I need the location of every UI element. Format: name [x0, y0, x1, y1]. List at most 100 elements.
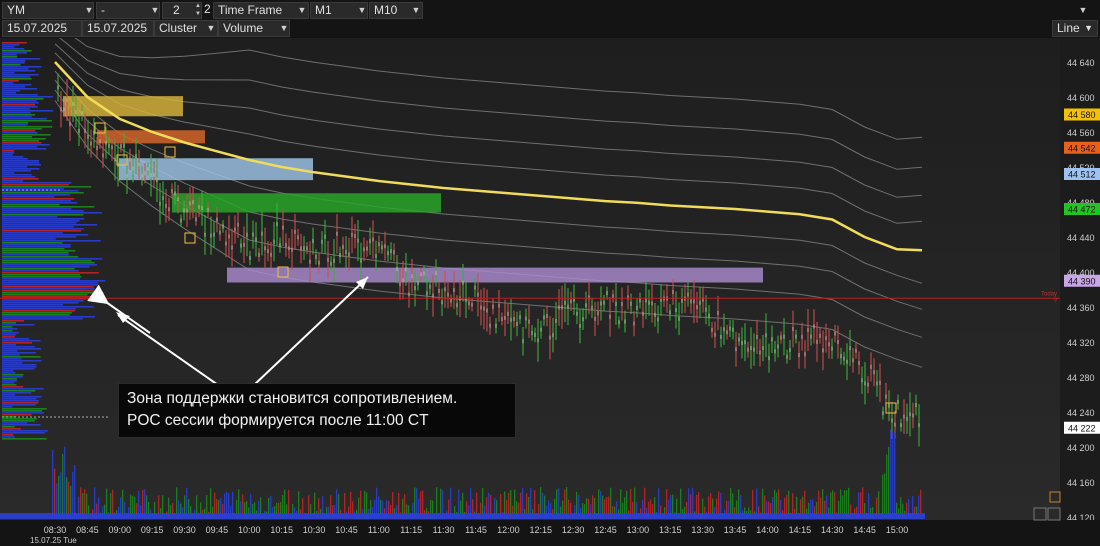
profile-bar	[2, 432, 45, 434]
price-chart[interactable]: Today?44 64044 60044 56044 52044 48044 4…	[0, 23, 1100, 546]
cluster-cell	[276, 222, 278, 227]
chevron-down-icon[interactable]: ▼	[357, 2, 367, 19]
profile-bar	[2, 164, 42, 166]
profile-bar	[2, 438, 47, 440]
cluster-cell	[105, 140, 107, 145]
cluster-cell	[579, 324, 581, 329]
chevron-down-icon[interactable]: ▼	[150, 2, 160, 19]
chevron-down-icon[interactable]: ▼	[206, 20, 216, 37]
cluster-cell	[654, 312, 656, 317]
cluster-cell	[597, 311, 599, 316]
cluster-cell	[183, 208, 185, 213]
cluster-cell	[102, 153, 104, 158]
chevron-down-icon[interactable]: ▼	[279, 20, 289, 37]
profile-bar	[2, 322, 17, 324]
cluster-cell	[525, 316, 527, 321]
cluster-cell	[297, 235, 299, 240]
profile-bar	[2, 190, 79, 192]
cluster-cell	[348, 252, 350, 257]
cluster-cell	[537, 338, 539, 343]
cluster-cell	[648, 300, 650, 305]
cluster-cell	[201, 205, 203, 210]
date-to-input[interactable]: 15.07.2025	[82, 20, 154, 37]
chevron-down-icon[interactable]: ▼	[297, 2, 307, 19]
profile-bar	[2, 270, 79, 272]
cluster-cell	[807, 328, 809, 333]
cluster-cell	[216, 217, 218, 222]
profile-bar	[2, 224, 98, 226]
cluster-cell	[825, 336, 827, 341]
cluster-cell	[393, 250, 395, 255]
profile-bar	[2, 156, 24, 158]
cluster-cell	[444, 287, 446, 292]
x-tick-label: 11:00	[368, 525, 390, 535]
timeframe-select[interactable]: Time Frame	[213, 2, 309, 19]
cluster-cell	[915, 403, 917, 408]
cluster-cell	[744, 340, 746, 345]
profile-bar	[2, 292, 104, 294]
cluster-cell	[849, 346, 851, 351]
cluster-cell	[303, 245, 305, 250]
cluster-cell	[699, 300, 701, 305]
cluster-cell	[177, 197, 179, 202]
date-from-input[interactable]: 15.07.2025	[2, 20, 82, 37]
cluster-cell	[558, 305, 560, 310]
cluster-cell	[483, 306, 485, 311]
cluster-cell	[630, 301, 632, 306]
chart-area[interactable]: Today?44 64044 60044 56044 52044 48044 4…	[0, 23, 1100, 546]
cluster-cell	[843, 356, 845, 361]
cluster-cell	[873, 370, 875, 375]
x-tick-label: 14:45	[853, 525, 876, 535]
stepper-icon[interactable]: ▲ ▼	[194, 2, 202, 19]
profile-bar	[2, 148, 47, 150]
chevron-down-icon[interactable]: ▼	[1078, 2, 1088, 19]
view-mode-select[interactable]: Line ▼	[1052, 20, 1098, 37]
cluster-cell	[909, 412, 911, 417]
cluster-cell	[918, 423, 920, 428]
cluster-cell	[219, 230, 221, 235]
profile-bar	[2, 44, 20, 46]
profile-bar	[2, 350, 18, 352]
cluster-cell	[378, 242, 380, 247]
cluster-cell	[693, 299, 695, 304]
x-tick-label: 09:30	[173, 525, 196, 535]
profile-bar	[2, 310, 76, 312]
symbol-select[interactable]: YM	[2, 2, 94, 19]
cluster-cell	[366, 246, 368, 251]
x-tick-label: 13:00	[627, 525, 650, 535]
cluster-cell	[354, 234, 356, 239]
cluster-cell	[222, 224, 224, 229]
profile-bar	[2, 276, 82, 278]
cluster-cell	[549, 335, 551, 340]
chevron-down-icon[interactable]: ▼	[411, 2, 421, 19]
annotation-line2: POC сессии формируется после 11:00 CT	[127, 412, 429, 429]
cluster-cell	[753, 347, 755, 352]
cluster-cell	[264, 246, 266, 251]
cluster-cell	[273, 239, 275, 244]
cluster-cell	[345, 250, 347, 255]
cluster-cell	[846, 359, 848, 364]
profile-bar	[2, 314, 70, 316]
profile-bar	[2, 72, 15, 74]
profile-bar	[2, 422, 28, 424]
chevron-down-icon[interactable]: ▼	[84, 2, 94, 19]
cluster-cell	[615, 301, 617, 306]
profile-bar	[2, 408, 47, 410]
cluster-cell	[585, 303, 587, 308]
profile-bar	[2, 252, 69, 254]
profile-bar	[2, 46, 15, 48]
cluster-cell	[315, 254, 317, 259]
cluster-cell	[174, 191, 176, 196]
cluster-cell	[672, 290, 674, 295]
cluster-cell	[516, 321, 518, 326]
profile-bar	[2, 122, 29, 124]
cluster-cell	[786, 354, 788, 359]
profile-bar	[2, 126, 53, 128]
cluster-cell	[894, 422, 896, 427]
y-tick-label: 44 600	[1067, 93, 1095, 103]
x-tick-label: 08:30	[44, 525, 67, 535]
cluster-cell	[225, 241, 227, 246]
cluster-cell	[81, 110, 83, 115]
cluster-cell	[582, 317, 584, 322]
cluster-cell	[621, 302, 623, 307]
